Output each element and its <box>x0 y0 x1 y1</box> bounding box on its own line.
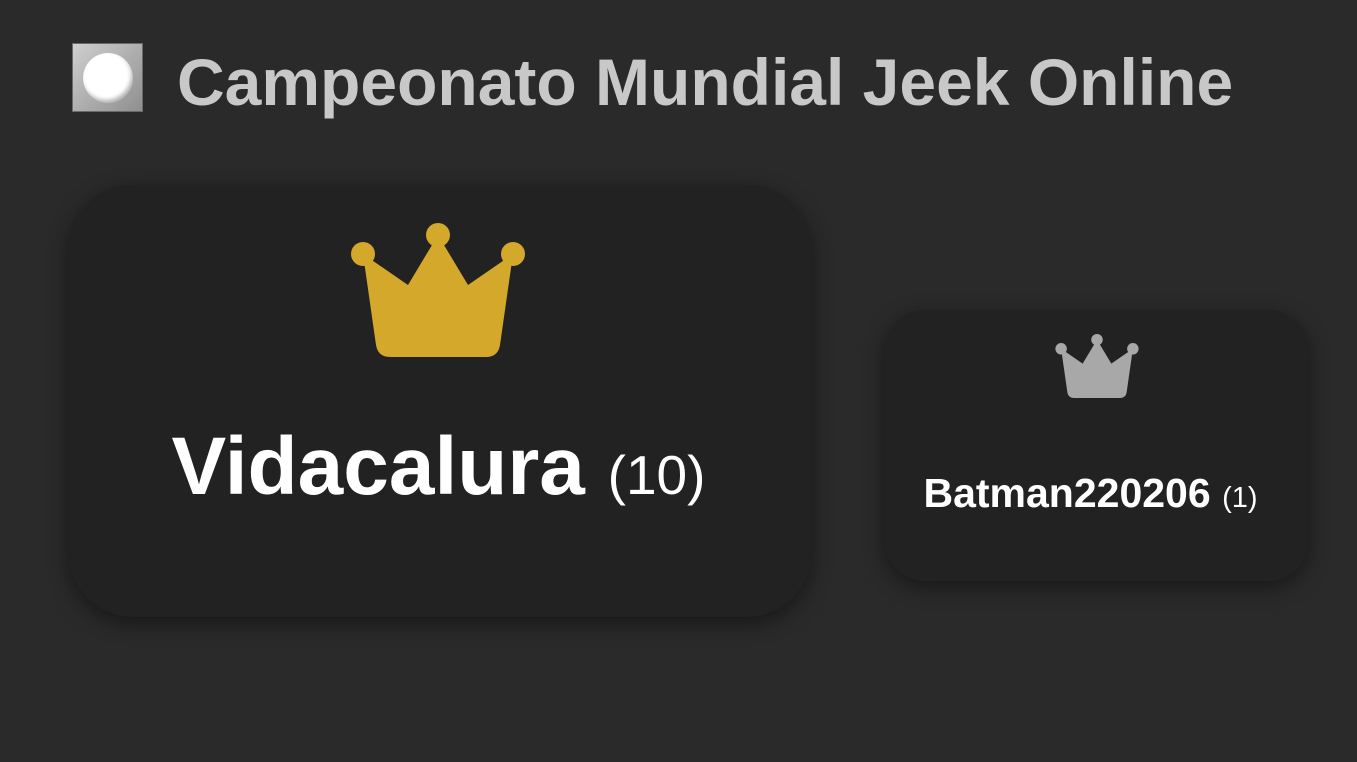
crown-gold-icon <box>351 223 525 357</box>
second-place-player: Batman220206 (1) <box>873 469 1308 522</box>
player-name: Vidacalura <box>171 421 585 512</box>
logo-disc <box>82 52 133 103</box>
player-score: (10) <box>607 444 706 506</box>
first-place-card: Vidacalura (10) <box>69 185 811 617</box>
player-name: Batman220206 <box>923 470 1211 516</box>
logo-icon <box>72 43 143 112</box>
crown-gold-shape <box>351 223 525 357</box>
player-score: (1) <box>1222 482 1258 514</box>
first-place-player: Vidacalura (10) <box>66 422 811 520</box>
crown-silver-icon <box>1054 333 1139 399</box>
second-place-card: Batman220206 (1) <box>885 310 1308 581</box>
page: Campeonato Mundial Jeek Online Vidacalur… <box>0 0 1357 762</box>
page-title: Campeonato Mundial Jeek Online <box>177 45 1234 119</box>
crown-silver-shape <box>1054 333 1139 399</box>
